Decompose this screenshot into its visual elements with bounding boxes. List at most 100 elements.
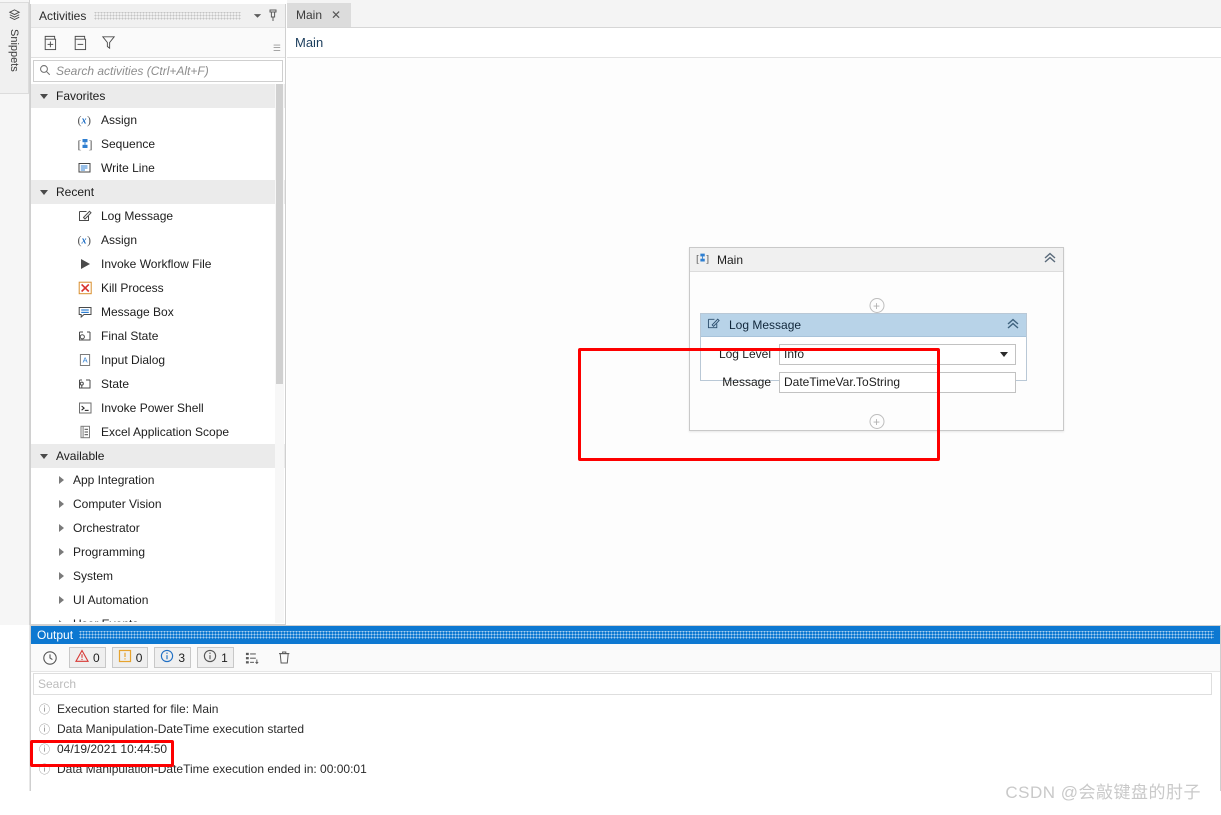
output-row-text: Execution started for file: Main (57, 702, 219, 716)
group-icon[interactable] (240, 647, 266, 668)
output-row[interactable]: ⓘ Data Manipulation-DateTime execution e… (31, 759, 1220, 779)
add-activity-top-button[interactable]: + (869, 298, 884, 313)
activity-label: Invoke Power Shell (101, 401, 204, 415)
output-row-highlighted[interactable]: ⓘ 04/19/2021 10:44:50 (31, 739, 1220, 759)
watermark: CSDN @会敲键盘的肘子 (1005, 783, 1201, 802)
activities-search[interactable] (33, 60, 283, 82)
filter-icon[interactable] (99, 33, 118, 52)
output-row[interactable]: ⓘ Execution started for file: Main (31, 699, 1220, 719)
category-computer-vision[interactable]: Computer Vision (31, 492, 285, 516)
collapse-all-icon[interactable] (69, 33, 88, 52)
message-value: DateTimeVar.ToString (784, 375, 901, 389)
error-filter-chip[interactable]: 0 (69, 647, 106, 668)
category-label: Orchestrator (73, 521, 140, 535)
toolbar-overflow-icon[interactable]: ☰ (273, 43, 281, 54)
activities-panel-header: Activities (31, 4, 285, 28)
activities-scrollbar[interactable] (275, 84, 284, 623)
activity-item-write-line[interactable]: Write Line (31, 156, 285, 180)
scrollbar-thumb[interactable] (276, 84, 283, 384)
activity-label: Log Message (101, 209, 174, 223)
category-user-events[interactable]: User Events (31, 612, 285, 622)
activity-item-assign-recent[interactable]: ( x ) Assign (31, 228, 285, 252)
activity-label: Kill Process (101, 281, 164, 295)
activity-item-final-state[interactable]: Final State (31, 324, 285, 348)
field-row-message: Message DateTimeVar.ToString (701, 371, 1026, 393)
sequence-header[interactable]: [ ] Main (690, 248, 1063, 272)
activity-label: State (101, 377, 130, 391)
activity-item-invoke-power-shell[interactable]: Invoke Power Shell (31, 396, 285, 420)
sequence-container-main[interactable]: [ ] Main + Log Message Log Level Info Me… (689, 247, 1064, 431)
drag-handle-dots[interactable] (79, 631, 1214, 639)
add-activity-bottom-button[interactable]: + (869, 414, 884, 429)
activity-item-invoke-workflow-file[interactable]: Invoke Workflow File (31, 252, 285, 276)
activity-label: Excel Application Scope (101, 425, 230, 439)
chevron-down-icon[interactable] (249, 8, 265, 24)
activity-item-message-box[interactable]: Message Box (31, 300, 285, 324)
log-level-dropdown[interactable]: Info (779, 343, 1016, 365)
collapse-chevron-icon[interactable] (1006, 318, 1020, 333)
activity-label: Write Line (101, 161, 155, 175)
category-ui-automation[interactable]: UI Automation (31, 588, 285, 612)
chevron-down-icon (1000, 351, 1008, 357)
snippets-dock-tab[interactable]: Snippets (0, 2, 29, 94)
group-favorites[interactable]: Favorites (31, 84, 285, 108)
trace-filter-chip[interactable]: 1 (197, 647, 234, 668)
output-row[interactable]: ⓘ Data Manipulation-DateTime execution s… (31, 719, 1220, 739)
message-label: Message (722, 375, 771, 389)
input-dialog-icon: A (77, 352, 93, 368)
category-programming[interactable]: Programming (31, 540, 285, 564)
svg-text:): ) (87, 233, 91, 247)
activity-item-excel-application-scope[interactable]: Excel Application Scope (31, 420, 285, 444)
expand-all-icon[interactable] (39, 33, 58, 52)
output-search-input[interactable] (38, 677, 1207, 691)
group-recent[interactable]: Recent (31, 180, 285, 204)
workflow-designer-canvas[interactable]: [ ] Main + Log Message Log Level Info Me… (287, 58, 1221, 625)
warning-filter-chip[interactable]: 0 (111, 647, 149, 668)
output-panel-header: Output (31, 626, 1220, 644)
search-input[interactable] (56, 64, 277, 78)
info-icon: ⓘ (39, 724, 50, 736)
close-icon[interactable]: ✕ (331, 8, 341, 22)
final-state-icon (77, 328, 93, 344)
output-toolbar: 0 0 3 1 (31, 644, 1220, 672)
pin-icon[interactable] (265, 8, 281, 24)
invoke-workflow-icon (77, 256, 93, 272)
category-label: Computer Vision (73, 497, 162, 511)
activity-label: Input Dialog (101, 353, 166, 367)
message-input[interactable]: DateTimeVar.ToString (779, 371, 1016, 393)
activity-item-kill-process[interactable]: Kill Process (31, 276, 285, 300)
assign-icon: ( x ) (77, 112, 93, 128)
output-row-text: Data Manipulation-DateTime execution sta… (57, 722, 305, 736)
uipath-studio-window: Snippets Activities ☰ Search activities … (0, 0, 1221, 815)
trash-icon[interactable] (272, 647, 297, 668)
drag-handle-dots[interactable] (94, 11, 241, 20)
info-filter-chip[interactable]: 3 (154, 647, 192, 668)
activity-item-sequence[interactable]: [ ] Sequence (31, 132, 285, 156)
output-row-text: 04/19/2021 10:44:50 (57, 742, 168, 756)
breadcrumb: Main (287, 28, 1221, 58)
category-orchestrator[interactable]: Orchestrator (31, 516, 285, 540)
collapse-chevron-icon[interactable] (1043, 252, 1057, 267)
tab-main[interactable]: Main ✕ (287, 3, 351, 27)
info-icon (160, 649, 174, 666)
activity-item-input-dialog[interactable]: A Input Dialog (31, 348, 285, 372)
clock-icon[interactable] (37, 647, 63, 668)
category-app-integration[interactable]: App Integration (31, 468, 285, 492)
group-available[interactable]: Available (31, 444, 285, 468)
activity-item-assign[interactable]: ( x ) Assign (31, 108, 285, 132)
warning-icon (118, 649, 132, 666)
activity-item-log-message[interactable]: Log Message (31, 204, 285, 228)
info-count: 3 (178, 650, 186, 665)
output-search[interactable] (33, 673, 1212, 695)
output-panel: Output 0 0 3 1 Search ⓘ Execution starte… (30, 625, 1221, 791)
activity-log-message[interactable]: Log Message Log Level Info Message DateT… (700, 313, 1027, 393)
sequence-icon: [ ] (77, 136, 93, 152)
log-message-header[interactable]: Log Message (701, 314, 1026, 337)
output-panel-title: Output (37, 628, 74, 642)
svg-text:x: x (81, 236, 87, 247)
output-row-text: Data Manipulation-DateTime execution end… (57, 762, 367, 776)
kill-process-icon (77, 280, 93, 296)
activity-item-state[interactable]: State (31, 372, 285, 396)
category-system[interactable]: System (31, 564, 285, 588)
left-dock: Snippets (0, 0, 30, 625)
